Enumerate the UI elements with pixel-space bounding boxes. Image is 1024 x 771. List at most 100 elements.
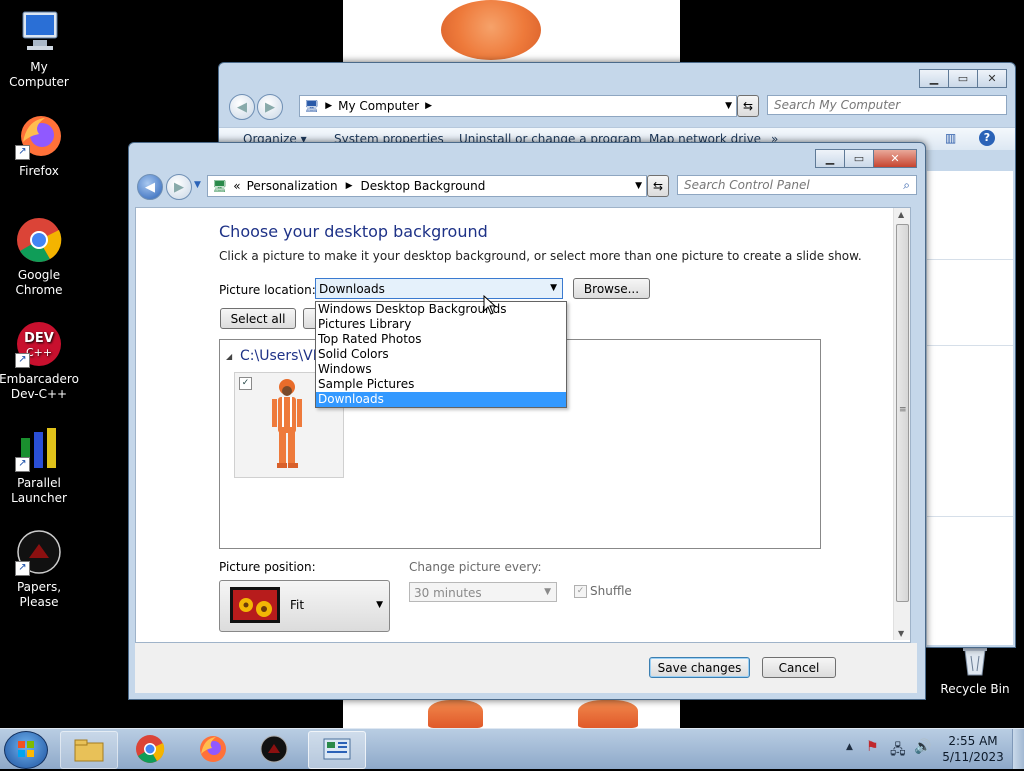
- shortcut-arrow-icon: ↗: [15, 457, 30, 472]
- chrome-icon: [136, 735, 165, 763]
- wallpaper-shoe-right: [578, 700, 638, 728]
- chevron-down-icon: ▼: [544, 587, 551, 597]
- control-panel-icon: 🖥: [212, 179, 228, 193]
- desktop-icon-label: Firefox: [19, 164, 59, 178]
- location-option[interactable]: Windows: [316, 362, 566, 377]
- scroll-down-arrow-icon[interactable]: ▼: [898, 629, 904, 638]
- network-icon[interactable]: 🖧: [890, 739, 906, 763]
- scrollbar-thumb[interactable]: ≡: [896, 224, 909, 602]
- show-hidden-icons-icon[interactable]: ▲: [846, 742, 853, 752]
- forward-button[interactable]: ▶: [257, 94, 283, 120]
- footer-bar: Save changes Cancel: [135, 643, 917, 693]
- desktop-icon-parallel-launcher[interactable]: ↗ Parallel Launcher: [0, 424, 79, 506]
- chevron-down-icon: ▼: [550, 283, 557, 293]
- search-input[interactable]: Search Control Panel ⌕: [677, 175, 917, 195]
- breadcrumb-root[interactable]: «: [233, 179, 240, 193]
- volume-icon[interactable]: 🔊: [914, 739, 931, 755]
- location-option-selected[interactable]: Downloads: [316, 392, 566, 407]
- location-option[interactable]: Windows Desktop Backgrounds: [316, 302, 566, 317]
- chevron-down-icon: ▼: [376, 600, 383, 610]
- preview-pane-icon[interactable]: ▥: [945, 131, 956, 145]
- grip-icon: ≡: [899, 405, 907, 415]
- computer-icon: [15, 8, 63, 56]
- cancel-button[interactable]: Cancel: [762, 657, 836, 678]
- breadcrumb-desktop-background[interactable]: Desktop Background: [360, 179, 485, 193]
- picture-location-select[interactable]: Downloads ▼: [315, 278, 563, 299]
- back-button[interactable]: ◀: [137, 174, 163, 200]
- maximize-button[interactable]: ▭: [844, 149, 874, 168]
- location-option[interactable]: Top Rated Photos: [316, 332, 566, 347]
- maximize-button[interactable]: ▭: [948, 69, 978, 88]
- recent-pages-icon[interactable]: ▼: [194, 180, 201, 190]
- explorer-content: [927, 171, 1013, 645]
- control-panel-window[interactable]: ▁ ▭ ✕ ◀ ▶ ▼ 🖥 « Personalization ▶ Deskto…: [128, 142, 926, 700]
- change-picture-select: 30 minutes ▼: [409, 582, 557, 602]
- browse-button[interactable]: Browse...: [573, 278, 650, 299]
- mouse-cursor-icon: [483, 295, 497, 315]
- taskbar-explorer-button[interactable]: [60, 731, 118, 769]
- show-desktop-button[interactable]: [1012, 729, 1024, 769]
- forward-button[interactable]: ▶: [166, 174, 192, 200]
- address-bar[interactable]: 🖥 « Personalization ▶ Desktop Background…: [207, 175, 647, 197]
- help-icon[interactable]: ?: [979, 130, 995, 146]
- taskbar-firefox-button[interactable]: [184, 731, 240, 767]
- picture-position-value: Fit: [290, 598, 305, 612]
- taskbar-control-panel-button[interactable]: [308, 731, 366, 769]
- back-button[interactable]: ◀: [229, 94, 255, 120]
- folder-icon: [74, 739, 104, 762]
- refresh-button[interactable]: ⇆: [647, 175, 669, 197]
- search-input[interactable]: Search My Computer: [767, 95, 1007, 115]
- shuffle-label: Shuffle: [590, 584, 632, 598]
- chevron-down-icon[interactable]: ▼: [635, 181, 642, 191]
- minimize-button[interactable]: ▁: [815, 149, 845, 168]
- shuffle-checkbox: ✓: [574, 585, 587, 598]
- start-button[interactable]: [4, 731, 48, 769]
- picture-position-select[interactable]: Fit ▼: [219, 580, 390, 632]
- taskbar-chrome-button[interactable]: [122, 731, 178, 767]
- scroll-up-arrow-icon[interactable]: ▲: [898, 210, 904, 219]
- taskbar-papers-please-button[interactable]: [246, 731, 302, 767]
- desktop-icon-label: Embarcadero Dev-C++: [0, 372, 79, 401]
- devcpp-icon: DEV C++ ↗: [15, 320, 63, 368]
- address-bar[interactable]: 🖥 ▶ My Computer ▶ ▼: [299, 95, 737, 117]
- close-button[interactable]: ✕: [873, 149, 917, 168]
- desktop-icon-label: My Computer: [9, 60, 69, 89]
- location-option[interactable]: Solid Colors: [316, 347, 566, 362]
- clock[interactable]: 2:55 AM 5/11/2023: [940, 733, 1006, 765]
- picture-location-dropdown[interactable]: Windows Desktop Backgrounds Pictures Lib…: [315, 301, 567, 408]
- desktop-icon-label: Parallel Launcher: [11, 476, 67, 505]
- papers-please-icon: [260, 735, 288, 763]
- desktop-icon-firefox[interactable]: ↗ Firefox: [0, 112, 79, 179]
- save-changes-button[interactable]: Save changes: [649, 657, 750, 678]
- window-controls: ▁ ▭ ✕: [919, 69, 1007, 88]
- action-center-icon[interactable]: ⚑: [866, 739, 879, 755]
- page-heading: Choose your desktop background: [219, 222, 488, 241]
- shortcut-arrow-icon: ↗: [15, 145, 30, 160]
- vertical-scrollbar[interactable]: ▲ ≡ ▼: [893, 208, 910, 640]
- desktop-icon-recycle-bin[interactable]: Recycle Bin: [935, 644, 1015, 697]
- change-picture-value: 30 minutes: [414, 586, 482, 600]
- close-button[interactable]: ✕: [977, 69, 1007, 88]
- chevron-down-icon[interactable]: ▼: [725, 101, 732, 111]
- breadcrumb-arrow-icon: ▶: [425, 101, 433, 111]
- location-option[interactable]: Pictures Library: [316, 317, 566, 332]
- desktop-icon-papers-please[interactable]: ↗ Papers, Please: [0, 528, 79, 610]
- clock-time: 2:55 AM: [948, 734, 998, 748]
- folder-path: C:\Users\VM: [240, 348, 325, 364]
- desktop-icon-chrome[interactable]: Google Chrome: [0, 216, 79, 298]
- select-all-button[interactable]: Select all: [220, 308, 296, 329]
- desktop-icon-my-computer[interactable]: My Computer: [0, 8, 79, 90]
- person-in-orange-icon: [272, 379, 302, 468]
- breadcrumb-personalization[interactable]: Personalization: [247, 179, 338, 193]
- minimize-button[interactable]: ▁: [919, 69, 949, 88]
- wallpaper-hat: [441, 0, 541, 60]
- collapse-triangle-icon[interactable]: ◢: [226, 352, 232, 361]
- desktop-icon-devcpp[interactable]: DEV C++ ↗ Embarcadero Dev-C++: [0, 320, 79, 402]
- desktop-icon-label: Papers, Please: [16, 580, 62, 609]
- refresh-button[interactable]: ⇆: [737, 95, 759, 117]
- breadcrumb-my-computer[interactable]: My Computer: [338, 99, 419, 113]
- wallpaper-shoe-left: [428, 700, 483, 728]
- checkbox-icon[interactable]: ✓: [239, 377, 252, 390]
- desktop-icon-label: Recycle Bin: [940, 682, 1010, 696]
- location-option[interactable]: Sample Pictures: [316, 377, 566, 392]
